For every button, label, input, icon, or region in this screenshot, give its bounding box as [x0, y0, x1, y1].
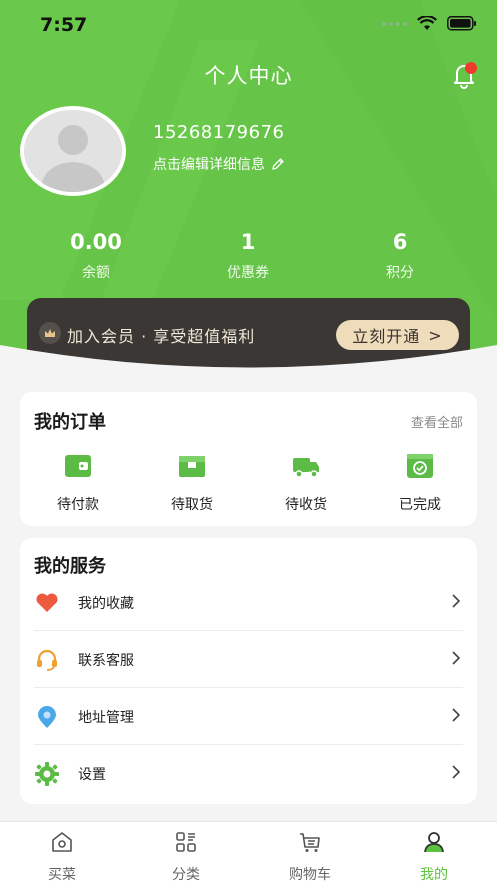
chevron-right-icon — [452, 651, 461, 665]
order-label: 待付款 — [57, 497, 99, 513]
tab-category[interactable]: 分类 — [141, 830, 231, 883]
gear-icon — [35, 762, 59, 786]
stat-points[interactable]: 6 积分 — [340, 230, 460, 282]
order-label: 待收货 — [285, 497, 327, 513]
chevron-right-icon — [452, 594, 461, 608]
service-label: 地址管理 — [78, 710, 134, 726]
chevron-right-icon — [452, 765, 461, 779]
tab-mine[interactable]: 我的 — [389, 830, 479, 883]
order-pending-pickup[interactable]: 待取货 — [152, 452, 232, 514]
service-customer-support[interactable]: 联系客服 — [34, 631, 463, 688]
service-favorites[interactable]: 我的收藏 — [34, 574, 463, 631]
order-pending-payment[interactable]: 待付款 — [38, 452, 118, 514]
avatar[interactable] — [20, 106, 126, 196]
stat-label: 积分 — [386, 265, 414, 281]
tab-grocery[interactable]: 买菜 — [17, 830, 107, 883]
user-phone[interactable]: 15268179676 — [153, 122, 284, 143]
stat-value: 0.00 — [70, 230, 122, 254]
tab-cart[interactable]: 购物车 — [265, 830, 355, 883]
service-settings[interactable]: 设置 — [34, 745, 463, 802]
status-time: 7:57 — [40, 14, 88, 36]
tab-label: 买菜 — [48, 867, 76, 883]
service-label: 设置 — [78, 767, 106, 783]
truck-icon — [293, 458, 319, 478]
stat-label: 优惠券 — [227, 265, 269, 281]
order-completed[interactable]: 已完成 — [380, 452, 460, 514]
order-label: 已完成 — [399, 497, 441, 513]
package-icon — [179, 456, 205, 477]
chevron-right-icon — [452, 708, 461, 722]
tab-label: 我的 — [420, 867, 448, 883]
stat-label: 余额 — [82, 265, 110, 281]
battery-icon — [447, 16, 476, 31]
service-label: 我的收藏 — [78, 596, 134, 612]
orders-card: 我的订单 查看全部 待付款 待取货 待收货 已完成 — [20, 392, 477, 526]
stat-value: 6 — [392, 230, 408, 254]
status-bar: 7:57 — [0, 0, 497, 50]
service-label: 联系客服 — [78, 653, 134, 669]
stat-coupons[interactable]: 1 优惠券 — [188, 230, 308, 282]
bottom-tab-bar: 买菜 分类 购物车 我的 — [0, 821, 497, 883]
order-pending-receipt[interactable]: 待收货 — [266, 452, 346, 514]
home-icon — [52, 832, 72, 852]
headset-icon — [37, 649, 57, 671]
edit-profile-link[interactable]: 点击编辑详细信息 — [153, 154, 285, 174]
wifi-icon — [417, 16, 437, 30]
tab-label: 分类 — [172, 867, 200, 883]
stat-value: 1 — [240, 230, 256, 254]
location-pin-icon — [38, 706, 56, 728]
edit-profile-text: 点击编辑详细信息 — [153, 157, 265, 173]
user-icon — [424, 832, 444, 853]
check-card-icon — [407, 454, 433, 478]
page-title: 个人中心 — [204, 64, 293, 88]
heart-icon — [36, 593, 58, 612]
stat-balance[interactable]: 0.00 余额 — [36, 230, 156, 282]
view-all-orders-link[interactable]: 查看全部 — [411, 412, 463, 431]
cart-icon — [300, 833, 320, 852]
orders-title: 我的订单 — [34, 412, 106, 433]
tab-label: 购物车 — [289, 867, 331, 883]
services-card: 我的服务 我的收藏 联系客服 地址管理 设置 — [20, 538, 477, 804]
pencil-icon — [272, 158, 284, 170]
service-address-management[interactable]: 地址管理 — [34, 688, 463, 745]
header-curve — [0, 345, 497, 380]
wallet-icon — [65, 455, 91, 477]
signal-icon — [382, 21, 407, 26]
status-icons — [382, 16, 477, 31]
category-icon — [176, 832, 196, 852]
order-label: 待取货 — [171, 497, 213, 513]
notification-badge — [465, 62, 477, 74]
